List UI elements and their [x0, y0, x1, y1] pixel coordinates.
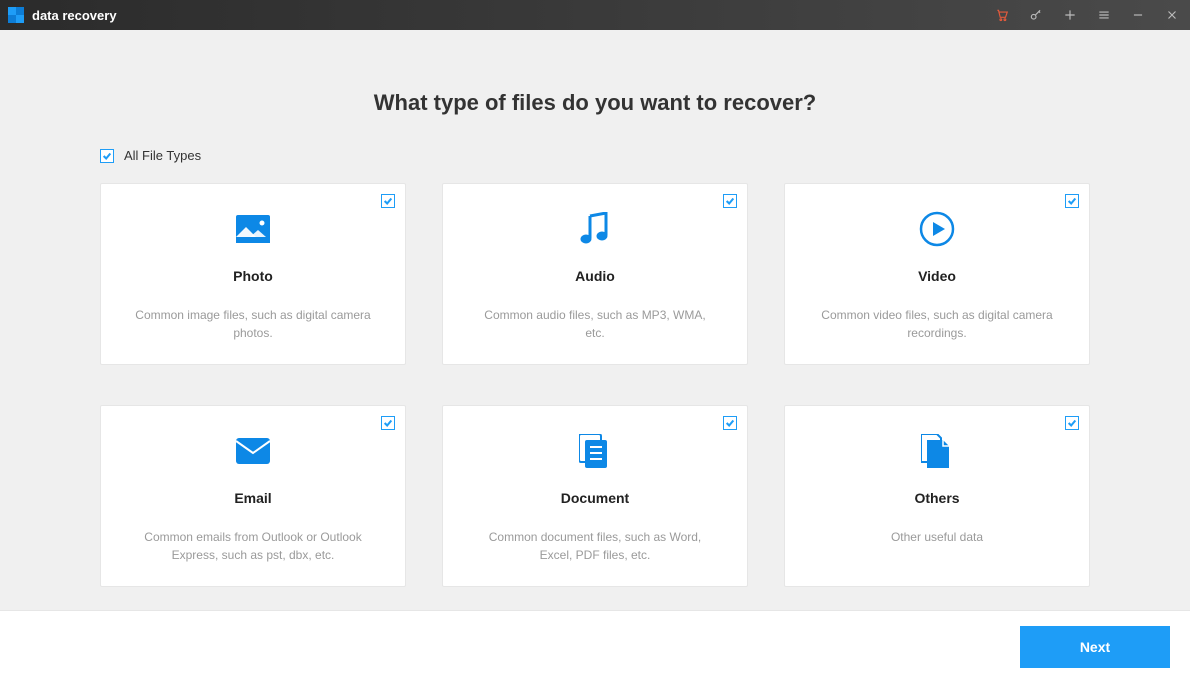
titlebar-left: data recovery: [8, 7, 117, 23]
all-file-types-label: All File Types: [124, 148, 201, 163]
card-email-title: Email: [234, 490, 271, 506]
key-icon[interactable]: [1028, 7, 1044, 23]
card-document-checkbox[interactable]: [723, 416, 737, 430]
card-others-desc: Other useful data: [891, 528, 983, 546]
card-audio[interactable]: Audio Common audio files, such as MP3, W…: [442, 183, 748, 365]
cart-icon[interactable]: [994, 7, 1010, 23]
card-video-title: Video: [918, 268, 956, 284]
app-logo-icon: [8, 7, 24, 23]
card-photo-desc: Common image files, such as digital came…: [131, 306, 375, 342]
card-photo[interactable]: Photo Common image files, such as digita…: [100, 183, 406, 365]
all-file-types-row[interactable]: All File Types: [100, 148, 1090, 163]
card-document-desc: Common document files, such as Word, Exc…: [473, 528, 717, 564]
card-audio-title: Audio: [575, 268, 615, 284]
card-email[interactable]: Email Common emails from Outlook or Outl…: [100, 405, 406, 587]
card-document[interactable]: Document Common document files, such as …: [442, 405, 748, 587]
card-video-desc: Common video files, such as digital came…: [815, 306, 1059, 342]
document-icon: [579, 426, 611, 476]
menu-icon[interactable]: [1096, 7, 1112, 23]
email-icon: [236, 426, 270, 476]
audio-icon: [580, 204, 610, 254]
minimize-icon[interactable]: [1130, 7, 1146, 23]
titlebar-right: [994, 7, 1180, 23]
video-icon: [919, 204, 955, 254]
close-icon[interactable]: [1164, 7, 1180, 23]
footer: Next: [0, 610, 1190, 682]
card-email-desc: Common emails from Outlook or Outlook Ex…: [131, 528, 375, 564]
page-heading: What type of files do you want to recove…: [100, 90, 1090, 116]
card-photo-checkbox[interactable]: [381, 194, 395, 208]
app-title: data recovery: [32, 8, 117, 23]
card-email-checkbox[interactable]: [381, 416, 395, 430]
file-type-grid: Photo Common image files, such as digita…: [100, 183, 1090, 587]
card-document-title: Document: [561, 490, 629, 506]
plus-icon[interactable]: [1062, 7, 1078, 23]
card-audio-checkbox[interactable]: [723, 194, 737, 208]
card-others[interactable]: Others Other useful data: [784, 405, 1090, 587]
photo-icon: [236, 204, 270, 254]
card-video-checkbox[interactable]: [1065, 194, 1079, 208]
main-content: What type of files do you want to recove…: [0, 30, 1190, 610]
card-others-title: Others: [914, 490, 959, 506]
card-video[interactable]: Video Common video files, such as digita…: [784, 183, 1090, 365]
card-others-checkbox[interactable]: [1065, 416, 1079, 430]
card-photo-title: Photo: [233, 268, 273, 284]
titlebar: data recovery: [0, 0, 1190, 30]
card-audio-desc: Common audio files, such as MP3, WMA, et…: [473, 306, 717, 342]
others-icon: [921, 426, 953, 476]
all-file-types-checkbox[interactable]: [100, 149, 114, 163]
next-button[interactable]: Next: [1020, 626, 1170, 668]
